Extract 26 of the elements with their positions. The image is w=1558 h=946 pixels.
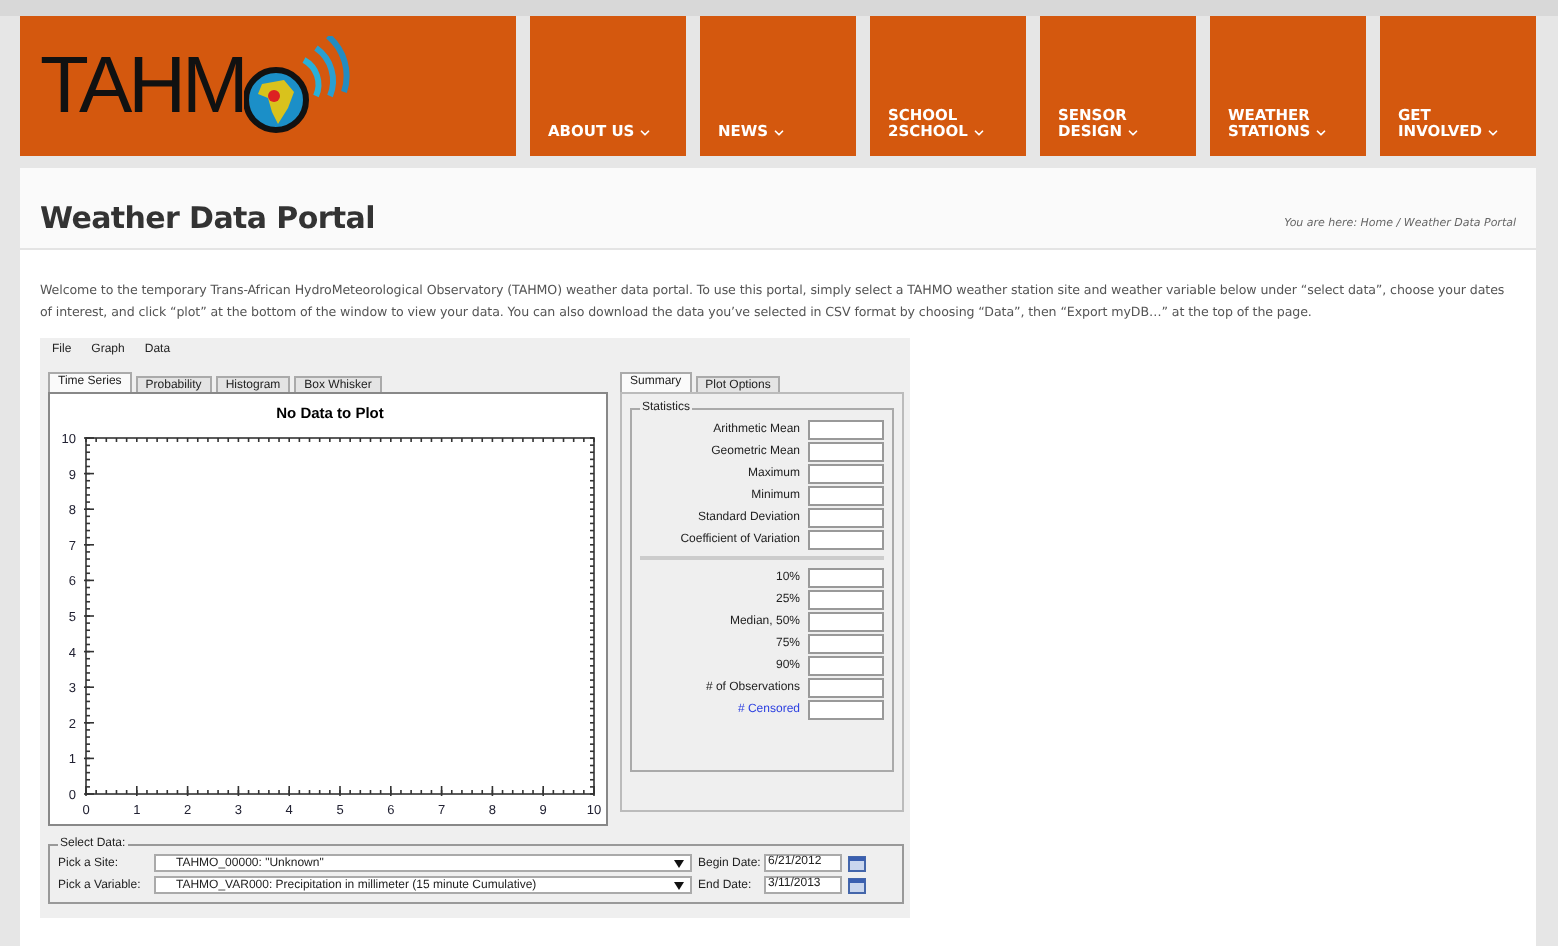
calendar-icon[interactable]: [848, 855, 866, 871]
page-title: Weather Data Portal: [40, 200, 375, 236]
statistic-field[interactable]: [808, 589, 884, 609]
chevron-icon: [772, 125, 787, 139]
dropdown-arrow-icon: [674, 859, 684, 867]
chevron-icon: [1314, 125, 1329, 139]
statistic-field[interactable]: [808, 699, 884, 719]
statistic-field[interactable]: [808, 655, 884, 675]
statistic-field[interactable]: [808, 485, 884, 505]
statistic-field[interactable]: [808, 677, 884, 697]
calendar-icon[interactable]: [848, 877, 866, 893]
logo-text: TAHM: [40, 46, 245, 126]
dropdown-arrow-icon: [674, 881, 684, 889]
statistic-field[interactable]: [808, 529, 884, 549]
statistic-field[interactable]: [808, 567, 884, 587]
statistic-field[interactable]: [808, 611, 884, 631]
statistic-field[interactable]: [808, 633, 884, 653]
logo-banner[interactable]: TAHM: [20, 16, 516, 156]
statistic-field[interactable]: [808, 463, 884, 483]
chevron-icon: [1125, 125, 1140, 139]
chevron-icon: [638, 125, 653, 139]
chevron-icon: [1486, 125, 1501, 139]
statistic-field[interactable]: [808, 507, 884, 527]
statistic-field[interactable]: [808, 441, 884, 461]
chevron-icon: [971, 125, 986, 139]
statistic-field[interactable]: [808, 419, 884, 439]
